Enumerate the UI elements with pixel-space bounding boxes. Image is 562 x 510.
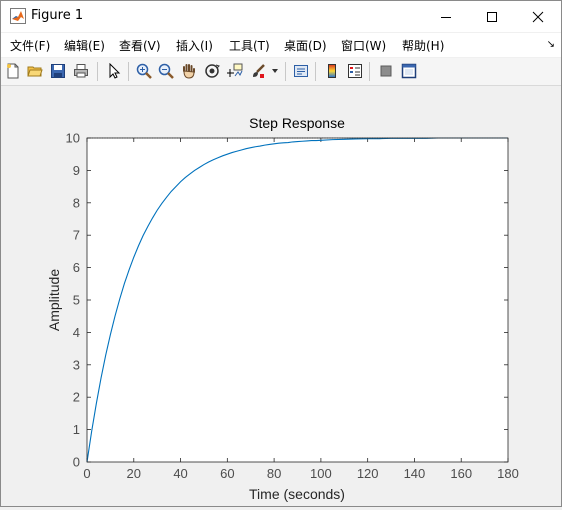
x-tick-label: 20 <box>127 466 141 481</box>
figure-window: Figure 1 文件(F) 编辑(E) 查看(V) 插入(I) 工具(T) 桌… <box>0 0 562 507</box>
y-tick-label: 8 <box>73 195 80 210</box>
plot-area <box>87 138 508 462</box>
open-folder-icon <box>27 66 43 77</box>
close-icon <box>532 11 544 22</box>
chart-title: Step Response <box>249 115 345 131</box>
new-figure-button[interactable] <box>3 61 23 81</box>
x-tick-label: 0 <box>83 466 90 481</box>
toolbar-separator <box>128 62 129 81</box>
close-button[interactable] <box>515 1 561 32</box>
maximize-button[interactable] <box>469 1 515 32</box>
x-tick-label: 40 <box>173 466 187 481</box>
y-tick-label: 4 <box>73 325 80 340</box>
minimize-button[interactable] <box>423 1 469 32</box>
menu-window[interactable]: 窗口(W) <box>341 37 386 54</box>
zoom-in-icon <box>136 63 152 79</box>
x-tick-label: 100 <box>310 466 332 481</box>
figure-canvas: 0 20 40 60 80 100 120 140 160 180 0 1 2 3 4 5 6 7 8 9 10 Ste… <box>1 86 561 506</box>
menu-view[interactable]: 查看(V) <box>119 37 161 54</box>
x-tick-label: 140 <box>404 466 426 481</box>
menu-file[interactable]: 文件(F) <box>10 37 50 54</box>
y-tick-label: 5 <box>73 293 80 308</box>
rotate-3d-button[interactable] <box>202 61 222 81</box>
matlab-logo-icon <box>10 8 26 24</box>
x-tick-label: 160 <box>450 466 472 481</box>
y-tick-label: 7 <box>73 228 80 243</box>
link-plot-button[interactable] <box>291 61 311 81</box>
edit-plot-button[interactable] <box>104 61 124 81</box>
zoom-in-button[interactable] <box>134 61 154 81</box>
pointer-arrow-icon <box>109 63 121 79</box>
y-tick-label: 1 <box>73 422 80 437</box>
hide-plot-tools-button[interactable] <box>376 61 396 81</box>
open-file-button[interactable] <box>25 61 45 81</box>
zoom-out-button[interactable] <box>156 61 176 81</box>
menu-desktop[interactable]: 桌面(D) <box>284 37 327 54</box>
y-axis-label: Amplitude <box>46 269 62 331</box>
y-tick-label: 3 <box>73 357 80 372</box>
toolbar-separator <box>315 62 316 81</box>
brush-button[interactable] <box>248 61 268 81</box>
show-plot-tools-button[interactable] <box>399 61 419 81</box>
printer-icon <box>74 64 88 78</box>
link-plot-icon <box>294 65 308 77</box>
brush-icon <box>253 64 265 78</box>
minimize-icon <box>441 16 451 18</box>
menu-dock-arrow-icon[interactable]: ↘ <box>547 39 555 50</box>
menu-help[interactable]: 帮助(H) <box>402 37 444 54</box>
menu-tools[interactable]: 工具(T) <box>229 37 270 54</box>
menu-insert[interactable]: 插入(I) <box>176 37 213 54</box>
data-cursor-button[interactable] <box>225 61 245 81</box>
title-bar[interactable]: Figure 1 <box>1 1 561 32</box>
y-tick-label: 2 <box>73 390 80 405</box>
y-tick-label: 9 <box>73 163 80 178</box>
x-tick-label: 80 <box>267 466 281 481</box>
pan-hand-icon <box>183 64 195 79</box>
step-response-plot[interactable]: 0 20 40 60 80 100 120 140 160 180 0 1 2 3 4 5 6 7 8 9 10 Ste… <box>1 86 561 506</box>
pan-button[interactable] <box>179 61 199 81</box>
chevron-down-icon <box>272 69 278 73</box>
data-cursor-icon <box>227 63 243 77</box>
window-title: Figure 1 <box>31 8 84 23</box>
hide-plot-tools-icon <box>380 65 392 77</box>
insert-colorbar-button[interactable] <box>322 61 342 81</box>
show-plot-tools-icon <box>401 63 417 79</box>
x-tick-label: 120 <box>357 466 379 481</box>
y-tick-label: 6 <box>73 260 80 275</box>
new-file-icon <box>7 63 19 79</box>
brush-dropdown[interactable] <box>269 61 281 81</box>
maximize-icon <box>487 11 497 22</box>
figure-toolbar <box>1 58 561 86</box>
menu-bar: 文件(F) 编辑(E) 查看(V) 插入(I) 工具(T) 桌面(D) 窗口(W… <box>1 33 561 57</box>
y-tick-label: 0 <box>73 455 80 470</box>
rotate-3d-icon <box>205 64 220 78</box>
x-axis-label: Time (seconds) <box>249 486 345 502</box>
x-tick-label: 60 <box>220 466 234 481</box>
insert-legend-button[interactable] <box>345 61 365 81</box>
toolbar-separator <box>369 62 370 81</box>
menu-edit[interactable]: 编辑(E) <box>64 37 105 54</box>
zoom-out-icon <box>158 63 174 79</box>
toolbar-separator <box>97 62 98 81</box>
save-button[interactable] <box>48 61 68 81</box>
save-disk-icon <box>51 64 65 78</box>
toolbar-separator <box>285 62 286 81</box>
x-tick-label: 180 <box>497 466 519 481</box>
legend-icon <box>348 64 362 78</box>
y-tick-label: 10 <box>66 131 80 146</box>
colorbar-icon <box>328 64 336 78</box>
print-button[interactable] <box>71 61 91 81</box>
